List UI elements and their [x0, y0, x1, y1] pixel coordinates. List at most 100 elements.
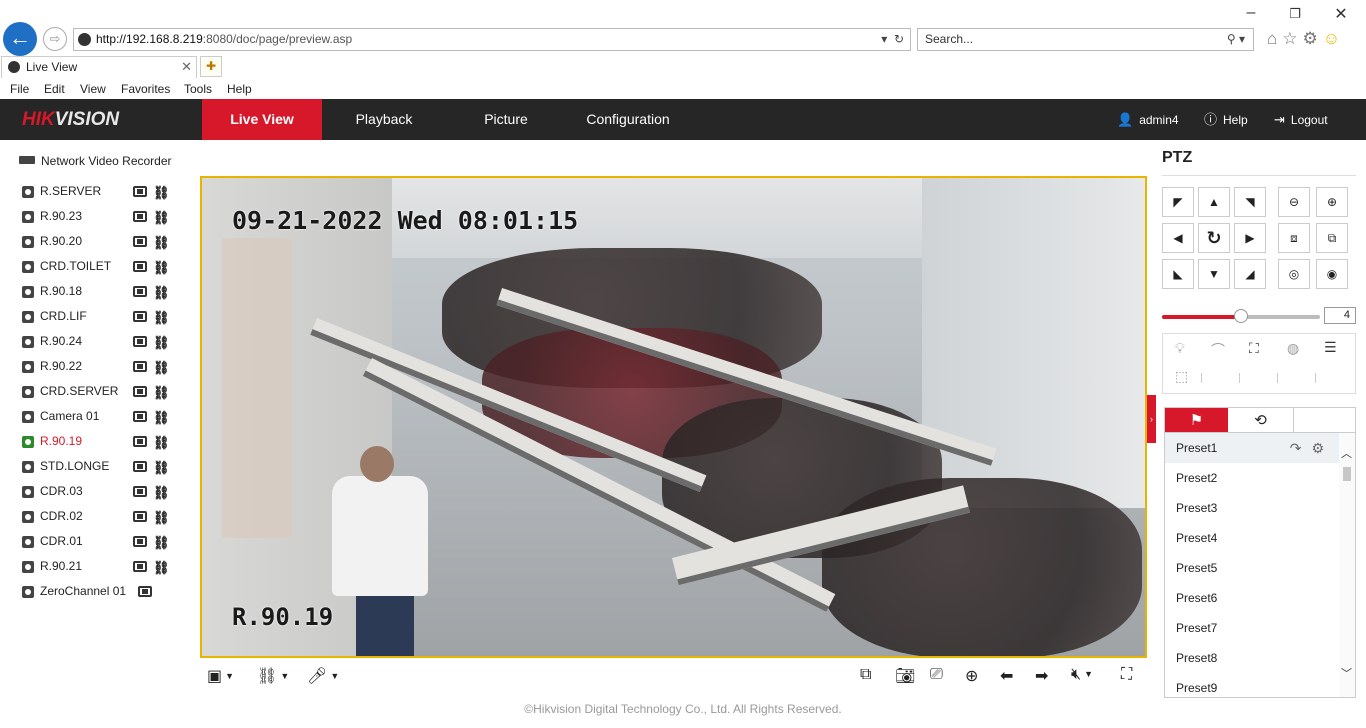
settings-gear-icon[interactable]: ⚙: [1303, 29, 1323, 48]
auxiliary-focus-icon[interactable]: ⛶: [1249, 340, 1259, 357]
fullscreen-button[interactable]: ⛶: [1121, 666, 1132, 684]
preset-list-scrollbar[interactable]: ︿ ﹀: [1339, 433, 1355, 697]
tab-close-icon[interactable]: ✕: [181, 57, 192, 77]
stream-select-icon[interactable]: ⛓: [153, 235, 170, 251]
ptz-up-left-button[interactable]: ◤: [1162, 187, 1194, 217]
logout-button[interactable]: ⇥ Logout: [1274, 99, 1328, 140]
address-controls[interactable]: ▾ ↻: [881, 29, 904, 50]
new-tab-button[interactable]: ✚: [200, 56, 222, 77]
menu-edit[interactable]: Edit: [44, 82, 65, 96]
tree-camera-item[interactable]: CDR.03 ⛓: [22, 483, 182, 505]
menu-view[interactable]: View: [80, 82, 106, 96]
tab-configuration[interactable]: Configuration: [568, 99, 688, 140]
menu-favorites[interactable]: Favorites: [121, 82, 170, 96]
live-video-view[interactable]: 09-21-2022 Wed 08:01:15 R.90.19: [200, 176, 1147, 658]
tree-camera-item[interactable]: CRD.SERVER ⛓: [22, 383, 182, 405]
tab-playback[interactable]: Playback: [324, 99, 444, 140]
forward-button[interactable]: ⇨: [43, 27, 67, 51]
tree-camera-item[interactable]: R.SERVER ⛓: [22, 183, 182, 205]
capture-button[interactable]: 📷︎: [895, 666, 915, 686]
iris-close-button[interactable]: ◉: [1316, 259, 1348, 289]
menu-help[interactable]: Help: [227, 82, 252, 96]
call-preset-icon[interactable]: ↷: [1290, 440, 1312, 456]
ptz-left-button[interactable]: ◀: [1162, 223, 1194, 253]
preset-item[interactable]: Preset9: [1165, 673, 1340, 697]
stream-select-icon[interactable]: ⛓: [153, 385, 170, 401]
ptz-down-right-button[interactable]: ◢: [1234, 259, 1266, 289]
tab-pattern[interactable]: [1293, 408, 1356, 433]
ptz-right-button[interactable]: ▶: [1234, 223, 1266, 253]
stream-select-icon[interactable]: ⛓: [153, 210, 170, 226]
wiper-icon[interactable]: ⌒: [1211, 340, 1225, 360]
stream-select-icon[interactable]: ⛓: [153, 335, 170, 351]
tree-camera-item[interactable]: R.90.20 ⛓: [22, 233, 182, 255]
next-page-button[interactable]: ➡: [1035, 666, 1048, 686]
light-icon[interactable]: 💡︎: [1175, 340, 1185, 357]
tab-picture[interactable]: Picture: [446, 99, 566, 140]
search-dropdown-icon[interactable]: ▾: [1239, 32, 1245, 46]
3d-positioning-icon[interactable]: ⬚: [1175, 368, 1188, 385]
favorites-star-icon[interactable]: ☆: [1282, 29, 1302, 48]
feedback-smiley-icon[interactable]: ☺: [1323, 29, 1345, 48]
start-live-view-icon[interactable]: [133, 486, 147, 497]
start-live-view-icon[interactable]: [133, 436, 147, 447]
record-button[interactable]: ⎚: [930, 666, 943, 684]
tree-camera-item[interactable]: CDR.02 ⛓: [22, 508, 182, 530]
refresh-icon[interactable]: ↻: [894, 32, 904, 46]
start-live-view-icon[interactable]: [133, 261, 147, 272]
stream-select-icon[interactable]: ⛓: [153, 260, 170, 276]
home-icon[interactable]: ⌂: [1267, 29, 1282, 48]
tab-live-view[interactable]: Live View: [202, 99, 322, 140]
start-live-view-icon[interactable]: [133, 211, 147, 222]
minimize-icon[interactable]: –: [1241, 4, 1261, 22]
preset-item[interactable]: Preset1 ↷⚙: [1165, 433, 1340, 463]
tree-camera-item[interactable]: CRD.TOILET ⛓: [22, 258, 182, 280]
stream-select-icon[interactable]: ⛓: [153, 310, 170, 326]
lens-init-icon[interactable]: ◍: [1287, 340, 1299, 357]
tree-camera-item[interactable]: STD.LONGE ⛓: [22, 458, 182, 480]
preset-item[interactable]: Preset2: [1165, 463, 1340, 493]
more-menu-icon[interactable]: ☰: [1324, 339, 1337, 356]
previous-page-button[interactable]: ⬅: [1000, 666, 1013, 686]
stream-select-icon[interactable]: ⛓: [153, 435, 170, 451]
stream-select-icon[interactable]: ⛓: [153, 285, 170, 301]
start-live-view-icon[interactable]: [133, 236, 147, 247]
search-icon[interactable]: ⚲: [1227, 32, 1236, 46]
iris-open-button[interactable]: ◎: [1278, 259, 1310, 289]
back-button[interactable]: ←: [3, 22, 37, 56]
user-menu[interactable]: 👤 admin4: [1117, 99, 1179, 140]
tree-camera-item[interactable]: CDR.01 ⛓: [22, 533, 182, 555]
panel-collapse-handle[interactable]: ›: [1147, 395, 1156, 443]
stream-select-icon[interactable]: ⛓: [153, 410, 170, 426]
start-live-view-icon[interactable]: [133, 386, 147, 397]
ptz-speed-value[interactable]: 4: [1324, 307, 1356, 324]
scrollbar-thumb[interactable]: [1343, 467, 1351, 481]
start-live-view-icon[interactable]: [133, 411, 147, 422]
tree-camera-item[interactable]: Camera 01 ⛓: [22, 408, 182, 430]
tree-camera-item[interactable]: R.90.21 ⛓: [22, 558, 182, 580]
ptz-auto-scan-button[interactable]: ↻: [1198, 223, 1230, 253]
start-live-view-icon[interactable]: [138, 586, 152, 597]
stream-select-icon[interactable]: ⛓: [153, 560, 170, 576]
ptz-speed-slider-handle[interactable]: [1234, 309, 1248, 323]
help-button[interactable]: ⓘ Help: [1204, 99, 1248, 140]
dropdown-icon[interactable]: ▾: [881, 32, 887, 46]
scroll-up-icon[interactable]: ︿: [1341, 445, 1352, 461]
browser-tab[interactable]: Live View ✕: [1, 56, 197, 78]
stream-select-icon[interactable]: ⛓: [153, 185, 170, 201]
zoom-in-button[interactable]: ⊕: [1316, 187, 1348, 217]
close-window-icon[interactable]: ✕: [1331, 4, 1351, 24]
start-live-view-icon[interactable]: [133, 286, 147, 297]
preset-item[interactable]: Preset5: [1165, 553, 1340, 583]
stream-type-button[interactable]: ⛓ ▼: [257, 666, 289, 686]
start-live-view-icon[interactable]: [133, 461, 147, 472]
preset-item[interactable]: Preset7: [1165, 613, 1340, 643]
preset-item[interactable]: Preset6: [1165, 583, 1340, 613]
preset-item[interactable]: Preset8: [1165, 643, 1340, 673]
audio-talk-button[interactable]: 🎤︎ ▼: [307, 666, 339, 686]
menu-tools[interactable]: Tools: [184, 82, 212, 96]
volume-button[interactable]: 🔇︎ ▼: [1071, 666, 1093, 684]
stop-all-button[interactable]: ⧉: [860, 666, 871, 684]
focus-near-button[interactable]: ⧈: [1278, 223, 1310, 253]
tab-patrol[interactable]: ⟲: [1229, 408, 1292, 433]
